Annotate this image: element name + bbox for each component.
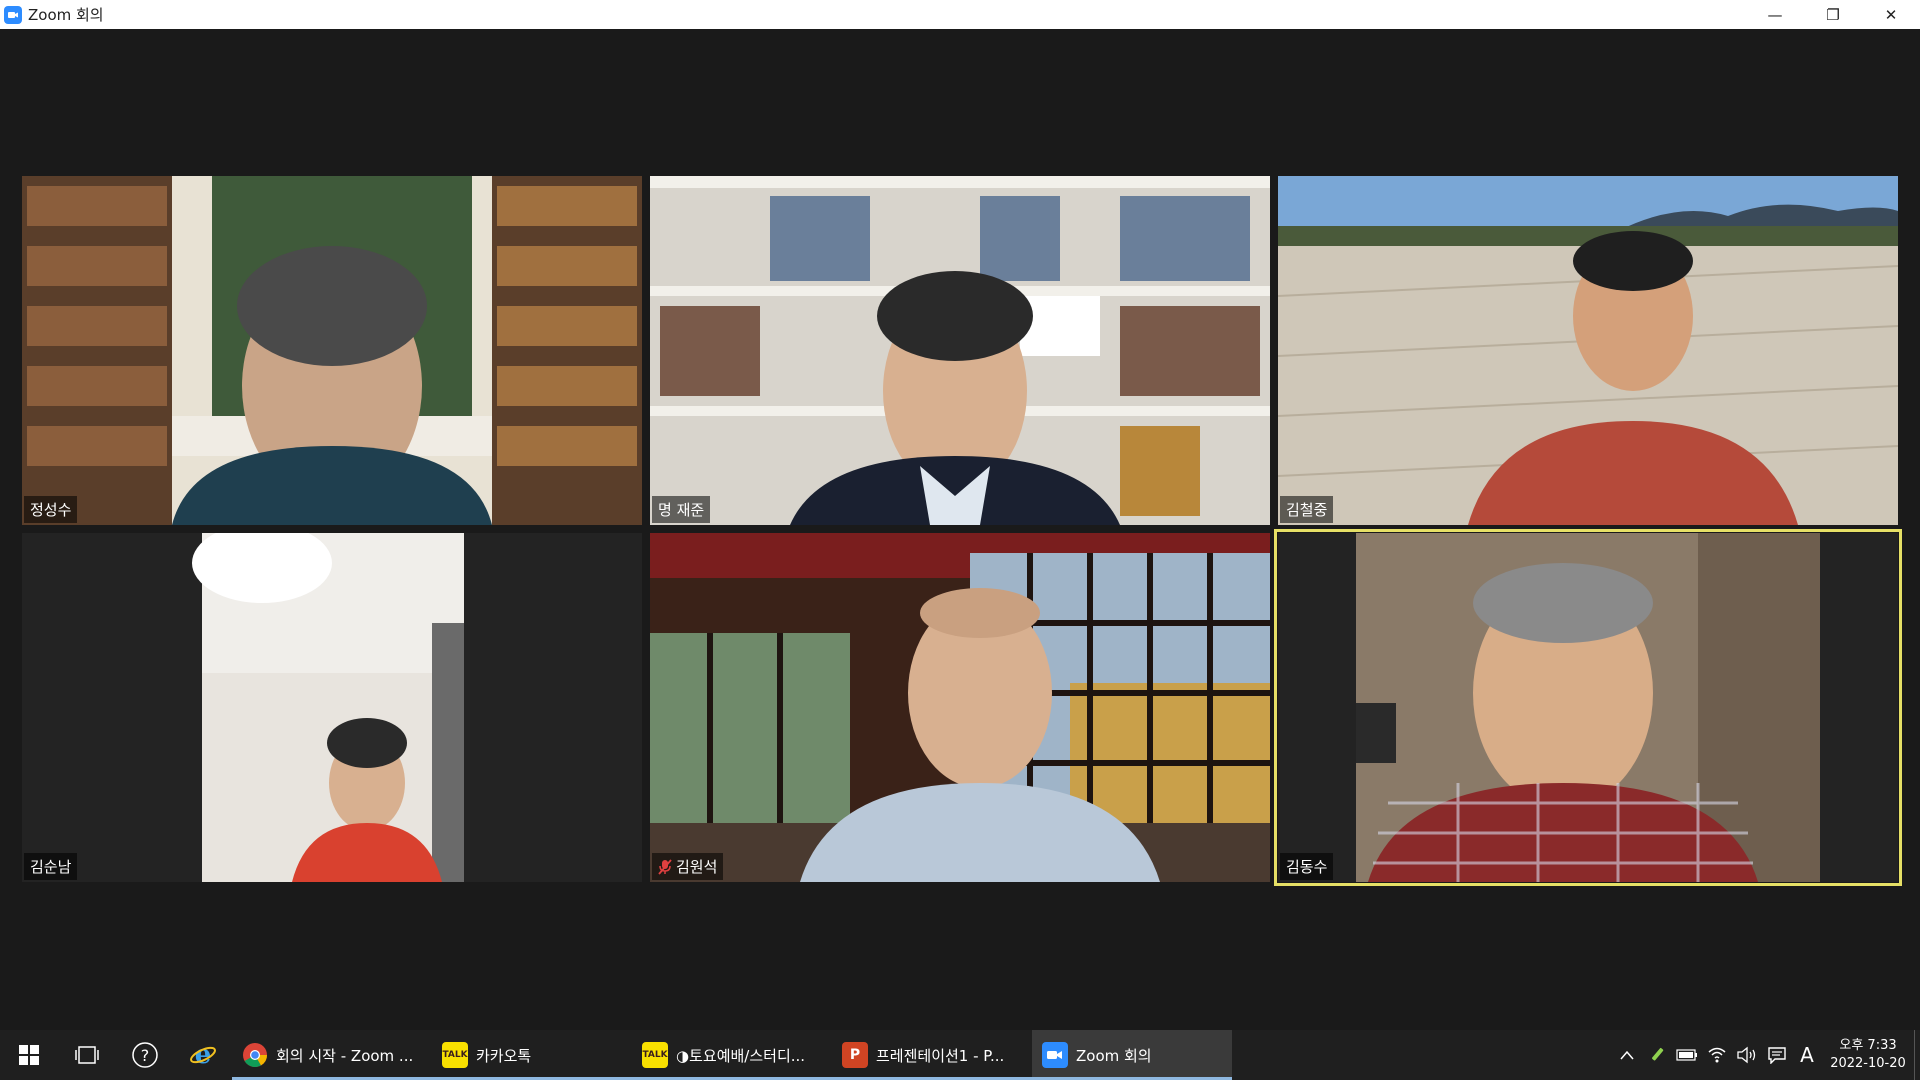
- close-button[interactable]: ✕: [1862, 0, 1920, 29]
- show-hidden-icons-button[interactable]: [1612, 1030, 1642, 1080]
- video-tile[interactable]: 명 재준: [650, 176, 1270, 525]
- clock-date: 2022-10-20: [1830, 1056, 1906, 1071]
- participant-name: 김순남: [30, 858, 72, 876]
- participant-video: [22, 176, 642, 525]
- restore-button[interactable]: ❐: [1804, 0, 1862, 29]
- internet-explorer-button[interactable]: e: [174, 1030, 232, 1080]
- participant-video: [22, 533, 642, 882]
- system-tray: A 오후 7:33 2022-10-20: [1612, 1030, 1920, 1080]
- taskbar-app-kakaotalk-chat[interactable]: TALK ◑토요예배/스터디...: [632, 1030, 832, 1080]
- participant-name: 정성수: [30, 501, 72, 519]
- powerpoint-icon: P: [842, 1042, 868, 1068]
- show-desktop-button[interactable]: [1914, 1030, 1920, 1080]
- video-tile-active-speaker[interactable]: 김동수: [1274, 529, 1902, 886]
- participant-name-tag: 명 재준: [652, 496, 711, 523]
- battery-tray-button[interactable]: [1672, 1030, 1702, 1080]
- pen-icon: [1652, 1047, 1664, 1061]
- help-button[interactable]: ?: [116, 1030, 174, 1080]
- participant-video: [650, 176, 1270, 525]
- taskbar-app-powerpoint[interactable]: P 프레젠테이션1 - P...: [832, 1030, 1032, 1080]
- participant-name: 김철중: [1286, 501, 1328, 519]
- taskbar-clock[interactable]: 오후 7:33 2022-10-20: [1822, 1037, 1914, 1073]
- zoom-icon: [1042, 1042, 1068, 1068]
- taskbar-app-label: 프레젠테이션1 - P...: [876, 1046, 1005, 1065]
- minimize-button[interactable]: —: [1746, 0, 1804, 29]
- wifi-icon: [1708, 1047, 1726, 1063]
- chrome-icon: [243, 1043, 267, 1068]
- mic-muted-icon: [658, 858, 672, 875]
- kakaotalk-icon: TALK: [442, 1042, 468, 1068]
- volume-tray-button[interactable]: [1732, 1030, 1762, 1080]
- video-tile[interactable]: 김철중: [1278, 176, 1898, 525]
- window-controls: — ❐ ✕: [1746, 0, 1920, 29]
- start-button[interactable]: [0, 1030, 58, 1080]
- video-tile[interactable]: 김원석: [650, 533, 1270, 882]
- participant-video: [1278, 533, 1898, 882]
- taskbar-app-zoom[interactable]: Zoom 회의: [1032, 1030, 1232, 1080]
- taskbar: ? e 회의 시작 - Zoom ... TALK 카카오톡 TALK ◑토요예…: [0, 1030, 1920, 1080]
- speaker-icon: [1737, 1046, 1756, 1064]
- participant-name: 김원석: [676, 858, 718, 876]
- participant-name: 명 재준: [658, 501, 705, 519]
- participant-name-tag: 김철중: [1280, 496, 1334, 523]
- clock-time: 오후 7:33: [1839, 1038, 1897, 1053]
- notifications-button[interactable]: [1762, 1030, 1792, 1080]
- zoom-app-icon: [4, 5, 22, 24]
- windows-logo-icon: [19, 1045, 39, 1065]
- taskbar-app-label: 회의 시작 - Zoom ...: [276, 1046, 414, 1065]
- meeting-gallery: 정성수 명 재준 김철중 김순남 김원석 김동수: [0, 29, 1920, 1030]
- video-tile[interactable]: 김순남: [22, 533, 642, 882]
- taskbar-app-chrome[interactable]: 회의 시작 - Zoom ...: [232, 1030, 432, 1080]
- participant-name-tag: 정성수: [24, 496, 78, 523]
- kakaotalk-icon: TALK: [642, 1042, 668, 1068]
- help-icon: ?: [132, 1042, 158, 1068]
- svg-text:?: ?: [141, 1046, 150, 1065]
- taskbar-app-kakaotalk[interactable]: TALK 카카오톡: [432, 1030, 632, 1080]
- action-center-icon: [1768, 1047, 1786, 1064]
- participant-name-tag: 김동수: [1280, 853, 1334, 880]
- taskbar-app-label: ◑토요예배/스터디...: [676, 1046, 806, 1065]
- participant-video: [650, 533, 1270, 882]
- battery-icon: [1676, 1049, 1697, 1061]
- participant-name-tag: 김원석: [652, 853, 724, 880]
- chevron-up-icon: [1620, 1050, 1634, 1060]
- participant-video: [1278, 176, 1898, 525]
- participant-name-tag: 김순남: [24, 853, 78, 880]
- task-view-icon: [75, 1046, 99, 1064]
- internet-explorer-icon: e: [190, 1041, 216, 1069]
- taskbar-app-label: 카카오톡: [476, 1046, 532, 1065]
- window-title: Zoom 회의: [28, 6, 104, 24]
- video-tile[interactable]: 정성수: [22, 176, 642, 525]
- title-bar: Zoom 회의 — ❐ ✕: [0, 0, 1920, 29]
- pen-tray-button[interactable]: [1642, 1030, 1672, 1080]
- task-view-button[interactable]: [58, 1030, 116, 1080]
- taskbar-app-label: Zoom 회의: [1076, 1046, 1152, 1065]
- svg-text:e: e: [195, 1041, 212, 1069]
- network-tray-button[interactable]: [1702, 1030, 1732, 1080]
- input-method-indicator[interactable]: A: [1792, 1030, 1822, 1080]
- participant-name: 김동수: [1286, 858, 1328, 876]
